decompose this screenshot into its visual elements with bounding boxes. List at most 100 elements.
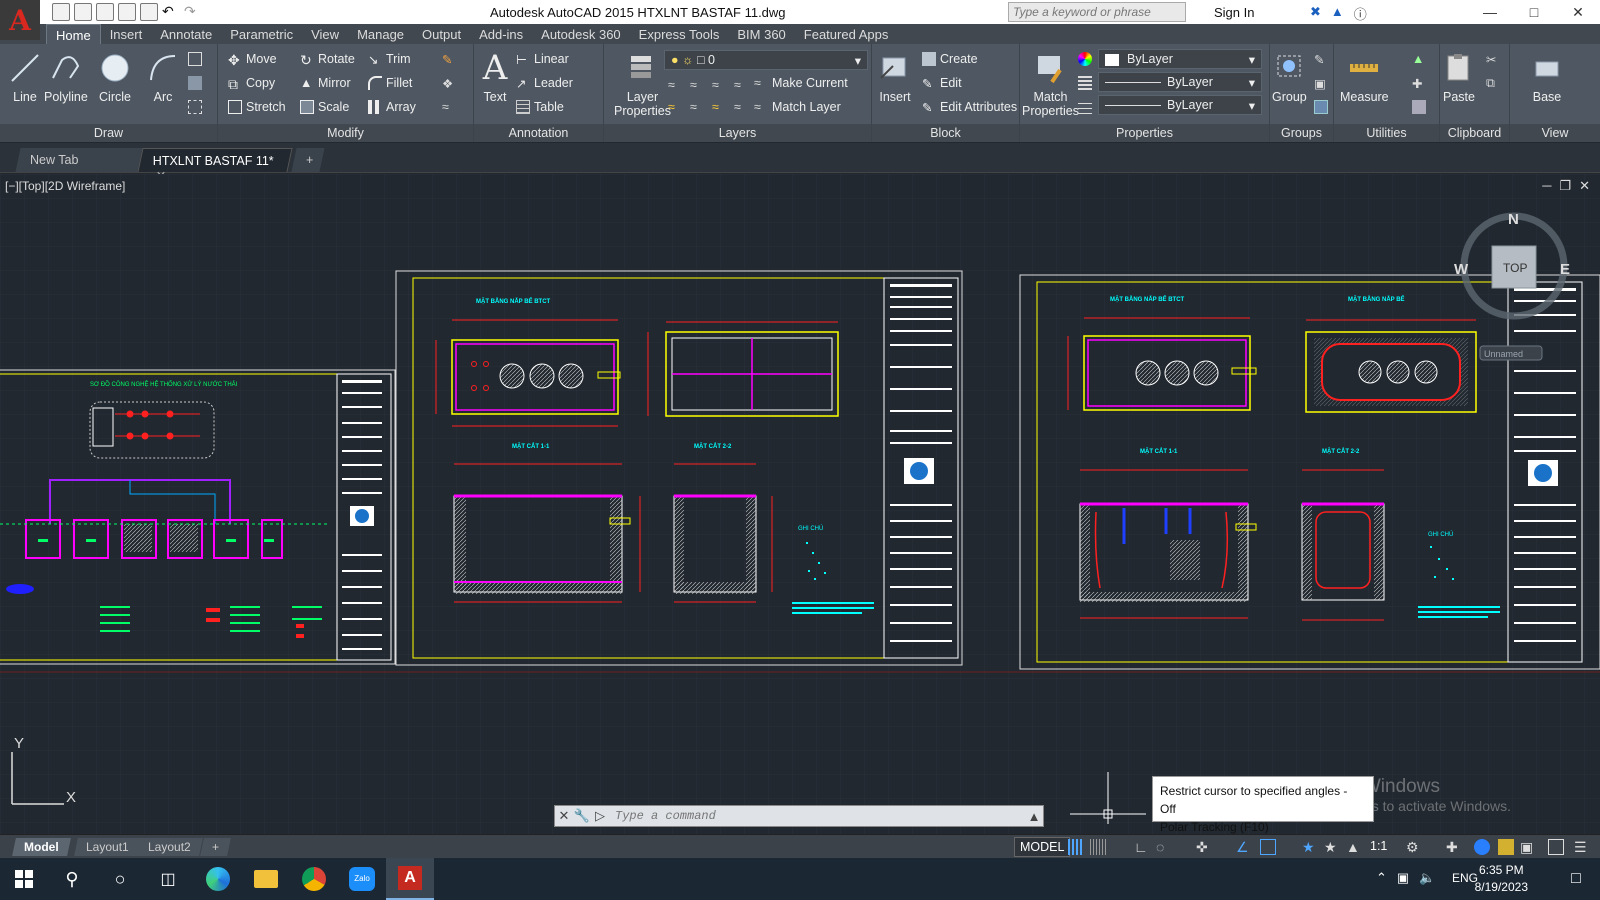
move-button[interactable]: ✥ Move: [228, 52, 277, 68]
rotate-button[interactable]: ↻ Rotate: [300, 52, 355, 68]
windows-start-icon[interactable]: [0, 858, 48, 900]
clipboard-panel-title[interactable]: Clipboard: [1440, 124, 1509, 142]
maximize-icon[interactable]: □: [1512, 0, 1556, 24]
match-layer-button[interactable]: ≈ Match Layer: [754, 100, 841, 114]
notifications-icon[interactable]: □: [1552, 858, 1600, 900]
scale-button[interactable]: Scale: [300, 100, 349, 114]
hardware-acceleration-icon[interactable]: [1498, 839, 1514, 855]
view-panel-title[interactable]: View: [1510, 124, 1600, 142]
isometric-icon[interactable]: ✜: [1196, 839, 1212, 855]
application-menu-button[interactable]: A: [0, 0, 40, 40]
layer-walk-icon[interactable]: ≈: [668, 100, 682, 114]
tab-autodesk-360[interactable]: Autodesk 360: [532, 24, 630, 44]
search-icon[interactable]: ⚲: [48, 858, 96, 900]
layer-merge-icon[interactable]: ≈: [690, 100, 704, 114]
layers-panel-title[interactable]: Layers: [604, 124, 871, 142]
table-button[interactable]: Table: [516, 100, 564, 114]
tab-view[interactable]: View: [302, 24, 348, 44]
mirror-button[interactable]: ▲ Mirror: [300, 76, 351, 90]
tab-annotate[interactable]: Annotate: [151, 24, 221, 44]
linear-dimension-button[interactable]: ⊢ Linear: [516, 52, 569, 67]
save-icon[interactable]: [96, 3, 114, 21]
edge-icon[interactable]: [194, 858, 242, 900]
exchange-icon[interactable]: ✖: [1310, 4, 1321, 23]
tab-featured-apps[interactable]: Featured Apps: [795, 24, 898, 44]
ortho-icon[interactable]: ∟: [1134, 839, 1150, 855]
id-point-icon[interactable]: ✚: [1412, 76, 1426, 91]
viewport-controls-label[interactable]: [−][Top][2D Wireframe]: [5, 179, 125, 193]
save-as-icon[interactable]: [118, 3, 136, 21]
annotation-visibility-icon[interactable]: ★: [1302, 839, 1318, 855]
hatch-icon[interactable]: [188, 76, 202, 90]
calculator-icon[interactable]: [1412, 100, 1426, 114]
array-button[interactable]: Array: [368, 100, 416, 114]
model-space-button[interactable]: MODEL: [1014, 837, 1071, 857]
isolate-objects-icon[interactable]: [1474, 839, 1490, 855]
chevron-up-icon[interactable]: ⌃: [1376, 870, 1387, 886]
tab-manage[interactable]: Manage: [348, 24, 413, 44]
object-snap-icon[interactable]: [1260, 839, 1276, 855]
edit-attributes-button[interactable]: ✎ Edit Attributes: [922, 100, 1017, 115]
viewport-minimize-icon[interactable]: ─: [1542, 178, 1551, 194]
block-panel-title[interactable]: Block: [872, 124, 1019, 142]
snap-toggle-icon[interactable]: [1090, 839, 1106, 855]
undo-icon[interactable]: ↶: [162, 3, 180, 21]
object-snap-tracking-icon[interactable]: ∠: [1236, 839, 1252, 855]
stretch-button[interactable]: Stretch: [228, 100, 286, 114]
layer-off-icon[interactable]: ≈: [668, 78, 682, 92]
layout-tab-layout2[interactable]: Layout2: [136, 838, 203, 856]
volume-icon[interactable]: 🔈: [1419, 870, 1435, 886]
match-properties-button[interactable]: Match Properties: [1022, 50, 1079, 118]
new-layout-button[interactable]: +: [200, 838, 231, 856]
utilities-panel-title[interactable]: Utilities: [1334, 124, 1439, 142]
boundary-icon[interactable]: [188, 100, 202, 114]
tab-bim-360[interactable]: BIM 360: [728, 24, 794, 44]
chrome-icon[interactable]: [290, 858, 338, 900]
fullscreen-icon[interactable]: [1548, 839, 1564, 855]
trim-button[interactable]: ↘ Trim: [368, 52, 411, 67]
base-view-button[interactable]: Base: [1530, 50, 1564, 104]
edit-block-button[interactable]: ✎ Edit: [922, 76, 962, 91]
command-prompt-icon[interactable]: ▷: [591, 808, 609, 824]
leader-button[interactable]: ↗ Leader: [516, 76, 573, 91]
line-button[interactable]: Line: [8, 50, 42, 104]
command-close-icon[interactable]: ✕: [555, 808, 573, 824]
clean-screen-icon[interactable]: ▣: [1520, 839, 1536, 855]
viewport-restore-icon[interactable]: ❐: [1559, 178, 1571, 194]
autocad-taskbar-icon[interactable]: A: [386, 858, 434, 900]
annotation-monitor-icon[interactable]: ✚: [1446, 839, 1462, 855]
tab-home[interactable]: Home: [46, 24, 101, 44]
arc-button[interactable]: Arc: [146, 50, 180, 104]
layer-properties-button[interactable]: Layer Properties: [614, 50, 671, 118]
layer-thaw-icon[interactable]: ≈: [712, 100, 726, 114]
erase-icon[interactable]: ✎: [442, 52, 456, 67]
new-icon[interactable]: [52, 3, 70, 21]
task-view-icon[interactable]: ◫: [144, 858, 192, 900]
lineweight-dropdown[interactable]: ByLayer ▾: [1098, 95, 1262, 115]
annotation-panel-title[interactable]: Annotation: [474, 124, 603, 142]
explode-icon[interactable]: ❖: [442, 76, 456, 91]
wrench-icon[interactable]: 🔧: [573, 808, 591, 824]
paste-button[interactable]: Paste: [1442, 50, 1476, 104]
doc-tab-current[interactable]: HTXLNT BASTAF 11* ✕: [137, 148, 293, 183]
annotation-scale-icon[interactable]: ▲: [1346, 839, 1362, 855]
tab-parametric[interactable]: Parametric: [221, 24, 302, 44]
polyline-button[interactable]: Polyline: [44, 50, 88, 104]
close-icon[interactable]: ✕: [1556, 0, 1600, 24]
viewport-close-icon[interactable]: ✕: [1579, 178, 1590, 194]
circle-button[interactable]: Circle: [98, 50, 132, 104]
groups-panel-title[interactable]: Groups: [1270, 124, 1333, 142]
workspace-gear-icon[interactable]: ⚙: [1406, 839, 1422, 855]
redo-icon[interactable]: ↷: [184, 3, 202, 21]
linetype-dropdown[interactable]: ByLayer ▾: [1098, 72, 1262, 92]
insert-button[interactable]: Insert: [878, 50, 912, 104]
tab-insert[interactable]: Insert: [101, 24, 152, 44]
linetype-icon[interactable]: [1078, 76, 1092, 90]
taskbar-clock[interactable]: 6:35 PM 8/19/2023: [1475, 862, 1528, 896]
tab-express-tools[interactable]: Express Tools: [630, 24, 729, 44]
plot-icon[interactable]: [140, 3, 158, 21]
draw-panel-title[interactable]: Draw: [0, 124, 217, 142]
polar-tracking-icon[interactable]: ◌: [1156, 839, 1172, 855]
fillet-button[interactable]: Fillet: [368, 76, 412, 90]
drawing-canvas[interactable]: SƠ ĐỒ CÔNG NGHỆ HỆ THỐNG XỬ LÝ NƯỚC THẢI…: [0, 174, 1600, 834]
